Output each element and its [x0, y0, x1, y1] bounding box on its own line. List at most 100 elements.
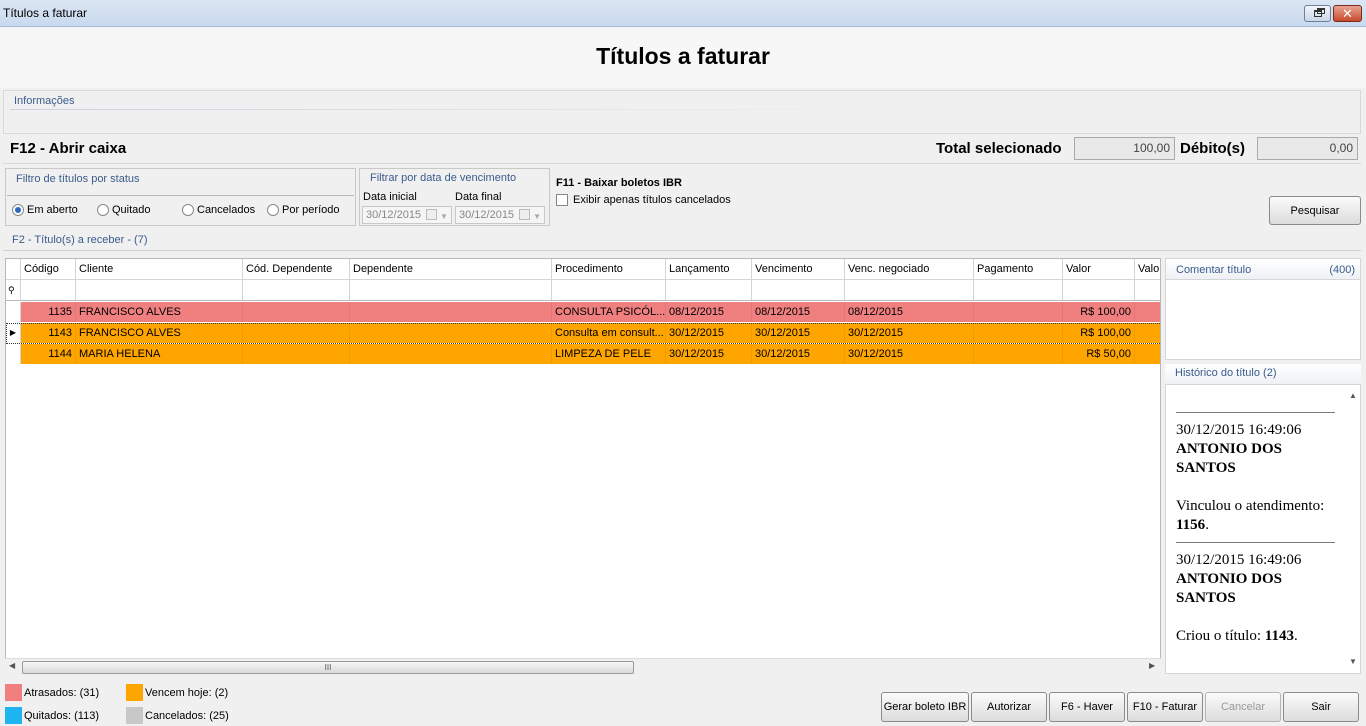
column-header[interactable]: Cliente	[76, 259, 243, 279]
cell-dependente[interactable]	[350, 302, 552, 322]
cell-dependente[interactable]	[350, 344, 552, 364]
cell-codigo[interactable]: 1135	[21, 302, 76, 322]
cell-cod-dependente[interactable]	[243, 323, 350, 343]
cell-pagamento[interactable]	[974, 344, 1063, 364]
column-header[interactable]: Pagamento	[974, 259, 1063, 279]
filter-cell[interactable]	[845, 280, 974, 300]
window-title: Títulos a faturar	[3, 6, 88, 20]
legend-swatch-quitados	[5, 707, 22, 724]
history-ref: 1143	[1264, 628, 1294, 644]
column-header[interactable]: Valor	[1063, 259, 1135, 279]
table-row[interactable]: 1144 MARIA HELENA LIMPEZA DE PELE 30/12/…	[6, 344, 1160, 365]
history-datetime: 30/12/2015 16:49:06	[1176, 422, 1302, 438]
comment-textarea[interactable]	[1165, 280, 1361, 360]
cancelled-only-checkbox[interactable]: Exibir apenas títulos cancelados	[556, 194, 731, 206]
scroll-right-icon[interactable]: ▶	[1149, 661, 1155, 670]
scroll-down-icon[interactable]: ▼	[1349, 657, 1357, 666]
filter-cell[interactable]	[350, 280, 552, 300]
titles-grid[interactable]: Código Cliente Cód. Dependente Dependent…	[5, 258, 1161, 674]
cell-cliente[interactable]: MARIA HELENA	[76, 344, 243, 364]
faturar-button[interactable]: F10 - Faturar	[1127, 692, 1203, 722]
radio-label: Cancelados	[197, 204, 256, 216]
filter-cell[interactable]	[243, 280, 350, 300]
radio-em-aberto[interactable]: Em aberto	[12, 204, 78, 216]
end-date-input[interactable]: 30/12/2015 ▼	[455, 206, 545, 224]
cancel-button[interactable]: Cancelar	[1205, 692, 1281, 722]
radio-quitado[interactable]: Quitado	[97, 204, 151, 216]
cell-valor[interactable]: R$ 100,00	[1063, 323, 1135, 343]
radio-label: Por período	[282, 204, 340, 216]
cell-venc-negociado[interactable]: 08/12/2015	[845, 302, 974, 322]
start-date-input[interactable]: 30/12/2015 ▼	[362, 206, 452, 224]
status-filter-divider	[7, 195, 354, 196]
filter-cell[interactable]	[1063, 280, 1135, 300]
scroll-up-icon[interactable]: ▲	[1349, 391, 1357, 400]
comment-char-count: (400)	[1329, 264, 1355, 276]
cell-cliente[interactable]: FRANCISCO ALVES	[76, 323, 243, 343]
history-panel[interactable]: 30/12/2015 16:49:06 ANTONIO DOS SANTOS V…	[1165, 384, 1361, 674]
cell-valor[interactable]: R$ 100,00	[1063, 302, 1135, 322]
column-header[interactable]: Código	[21, 259, 76, 279]
scroll-thumb[interactable]: III	[22, 661, 634, 674]
cell-vencimento[interactable]: 08/12/2015	[752, 302, 845, 322]
restore-button[interactable]	[1304, 5, 1331, 22]
grid-filter-row[interactable]: ⚲	[6, 280, 1160, 301]
filter-cell[interactable]	[76, 280, 243, 300]
column-header[interactable]: Venc. negociado	[845, 259, 974, 279]
baixar-boletos-ibr-label[interactable]: F11 - Baixar boletos IBR	[556, 177, 682, 189]
cell-venc-negociado[interactable]: 30/12/2015	[845, 323, 974, 343]
table-row[interactable]: ▶ 1143 FRANCISCO ALVES Consulta em consu…	[6, 323, 1160, 344]
scroll-left-icon[interactable]: ◀	[9, 661, 15, 670]
authorize-button[interactable]: Autorizar	[971, 692, 1047, 722]
cell-codigo[interactable]: 1144	[21, 344, 76, 364]
cell-valor-2[interactable]	[1135, 323, 1160, 343]
cell-valor[interactable]: R$ 50,00	[1063, 344, 1135, 364]
info-panel: Informações	[3, 90, 1361, 134]
filter-cell[interactable]	[666, 280, 752, 300]
filter-cell[interactable]	[21, 280, 76, 300]
search-button[interactable]: Pesquisar	[1269, 196, 1361, 225]
filter-cell[interactable]	[1135, 280, 1160, 300]
column-header[interactable]: Procedimento	[552, 259, 666, 279]
cell-venc-negociado[interactable]: 30/12/2015	[845, 344, 974, 364]
cell-cod-dependente[interactable]	[243, 344, 350, 364]
filter-cell[interactable]	[752, 280, 845, 300]
radio-por-periodo[interactable]: Por período	[267, 204, 339, 216]
cell-pagamento[interactable]	[974, 323, 1063, 343]
cell-codigo[interactable]: 1143	[21, 323, 76, 343]
cell-vencimento[interactable]: 30/12/2015	[752, 323, 845, 343]
radio-cancelados[interactable]: Cancelados	[182, 204, 255, 216]
cell-procedimento[interactable]: Consulta em consult...	[552, 323, 666, 343]
cell-cliente[interactable]: FRANCISCO ALVES	[76, 302, 243, 322]
legend-swatch-cancelados	[126, 707, 143, 724]
radio-circle	[267, 204, 279, 216]
generate-boleto-button[interactable]: Gerar boleto IBR	[881, 692, 969, 722]
cell-lancamento[interactable]: 08/12/2015	[666, 302, 752, 322]
filter-cell[interactable]	[974, 280, 1063, 300]
cell-valor-2[interactable]	[1135, 344, 1160, 364]
filter-cell[interactable]	[552, 280, 666, 300]
cell-vencimento[interactable]: 30/12/2015	[752, 344, 845, 364]
haver-button[interactable]: F6 - Haver	[1049, 692, 1125, 722]
legend-swatch-vencem-hoje	[126, 684, 143, 701]
cell-cod-dependente[interactable]	[243, 302, 350, 322]
column-header[interactable]: Valor	[1135, 259, 1160, 279]
grid-horizontal-scrollbar[interactable]: ◀ III ▶	[5, 658, 1161, 675]
exit-button[interactable]: Sair	[1283, 692, 1359, 722]
table-row[interactable]: 1135 FRANCISCO ALVES CONSULTA PSICÓL... …	[6, 302, 1160, 323]
cell-procedimento[interactable]: CONSULTA PSICÓL...	[552, 302, 666, 322]
history-vertical-scrollbar[interactable]: ▲ ▼	[1346, 385, 1360, 673]
close-button[interactable]: ✕	[1333, 5, 1362, 22]
cell-valor-2[interactable]	[1135, 302, 1160, 322]
cell-pagamento[interactable]	[974, 302, 1063, 322]
column-header[interactable]: Dependente	[350, 259, 552, 279]
column-header[interactable]: Lançamento	[666, 259, 752, 279]
window-titlebar: Títulos a faturar ✕	[0, 0, 1366, 27]
cell-procedimento[interactable]: LIMPEZA DE PELE	[552, 344, 666, 364]
column-header[interactable]: Vencimento	[752, 259, 845, 279]
column-header[interactable]: Cód. Dependente	[243, 259, 350, 279]
cell-lancamento[interactable]: 30/12/2015	[666, 344, 752, 364]
cell-dependente[interactable]	[350, 323, 552, 343]
open-caixa-label[interactable]: F12 - Abrir caixa	[10, 140, 126, 157]
cell-lancamento[interactable]: 30/12/2015	[666, 323, 752, 343]
